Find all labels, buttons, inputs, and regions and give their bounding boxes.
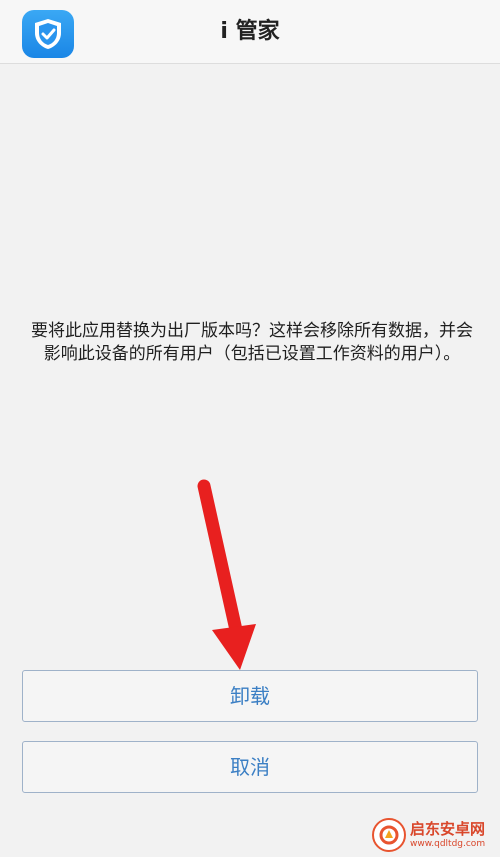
- watermark-logo-icon: [372, 817, 406, 852]
- watermark-name: 启东安卓网: [410, 819, 486, 838]
- cancel-button[interactable]: 取消: [22, 741, 478, 793]
- app-header: i 管家: [0, 0, 500, 64]
- dialog-message: 要将此应用替换为出厂版本吗？这样会移除所有数据，并会影响此设备的所有用户（包括已…: [31, 321, 473, 364]
- app-title: i 管家: [220, 19, 280, 44]
- watermark-url: www.qdltdg.com: [410, 838, 486, 849]
- red-arrow-down-icon: [197, 479, 256, 670]
- uninstall-button[interactable]: 卸载: [22, 670, 478, 722]
- watermark: 启东安卓网 www.qdltdg.com: [372, 812, 500, 857]
